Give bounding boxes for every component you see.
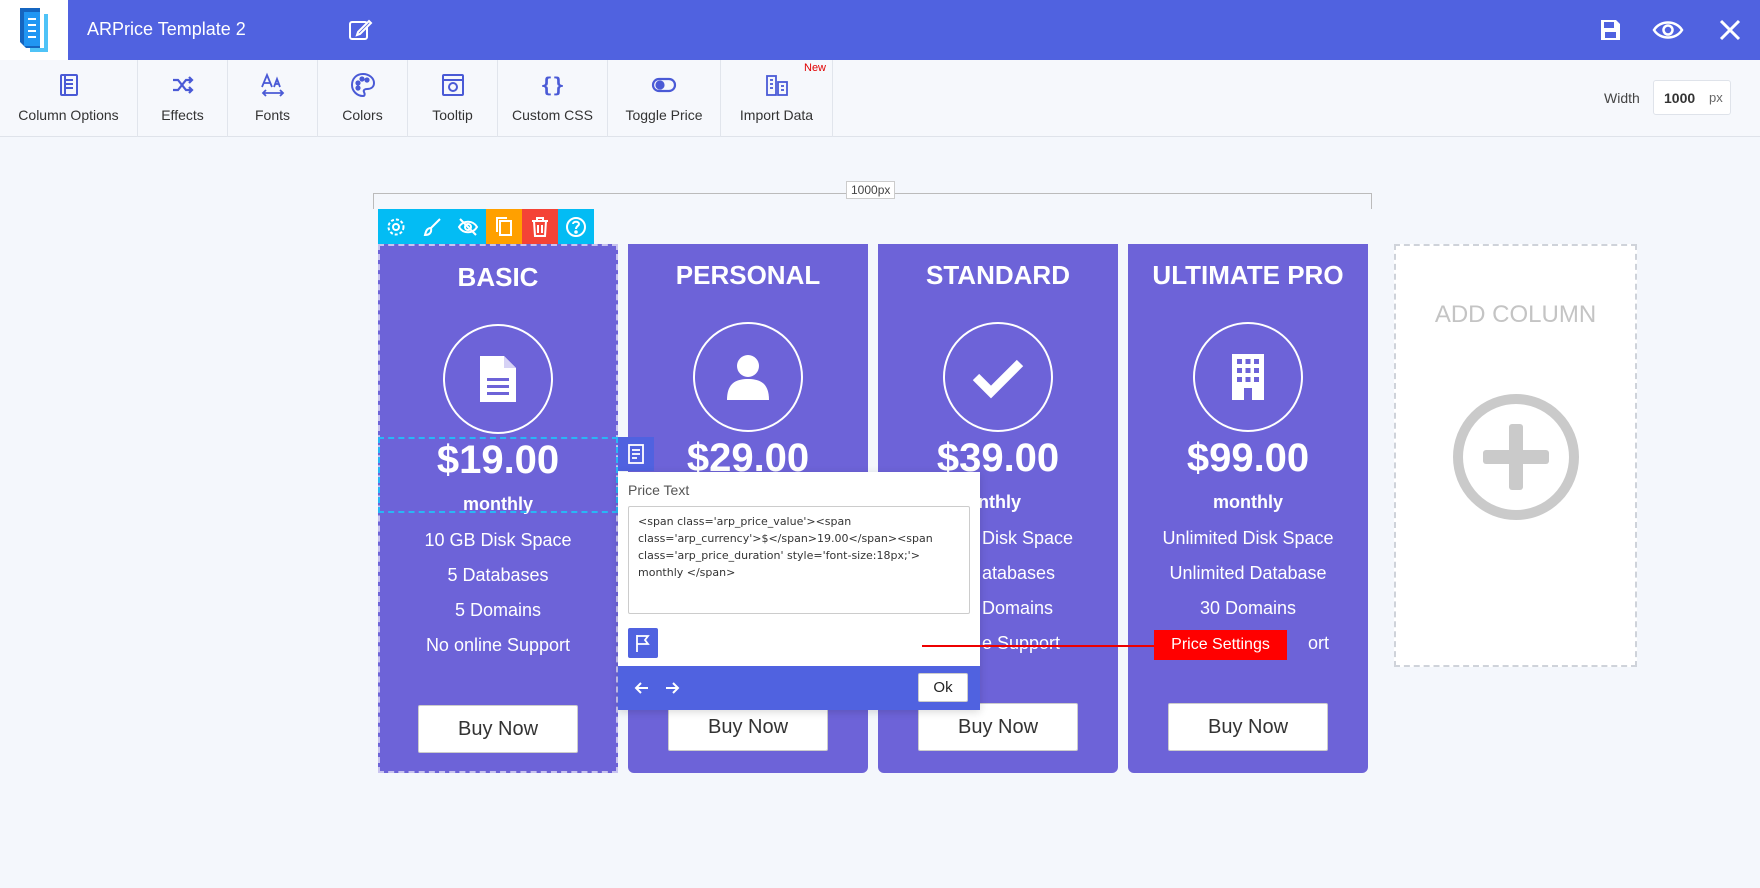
- top-bar: ARPrice Template 2: [0, 0, 1760, 60]
- toolbar-colors[interactable]: Colors: [318, 60, 408, 137]
- toolbar-import-data[interactable]: Import Data New: [721, 60, 833, 137]
- checkmark-icon: [972, 359, 1024, 399]
- price-selection-outline[interactable]: [378, 437, 618, 513]
- column-icon-circle: [1193, 322, 1303, 432]
- toolbar-custom-css[interactable]: {} Custom CSS: [498, 60, 608, 137]
- braces-icon: {}: [540, 73, 565, 97]
- price-settings-callout: Price Settings: [1154, 630, 1287, 660]
- flag-icon[interactable]: [628, 628, 658, 658]
- delete-trash-icon[interactable]: [522, 209, 558, 245]
- popup-title: Price Text: [628, 482, 690, 498]
- arrow-left-icon[interactable]: [632, 678, 652, 698]
- toolbar-label: Import Data: [739, 107, 814, 123]
- feature-row: ort: [1308, 633, 1330, 653]
- feature-row: Disk Space: [982, 528, 1074, 548]
- toggle-icon: [651, 72, 677, 98]
- building-icon: [1232, 354, 1264, 400]
- popup-footer: Ok: [618, 666, 980, 710]
- column-settings-icon[interactable]: [378, 209, 414, 245]
- pricing-column-ultimate-pro[interactable]: ULTIMATE PRO $99.00 monthly Unlimited Di…: [1128, 244, 1368, 773]
- width-label: Width: [1604, 90, 1640, 106]
- width-unit: px: [1709, 90, 1723, 105]
- width-input[interactable]: 1000 px: [1653, 80, 1731, 115]
- help-icon[interactable]: [558, 209, 594, 245]
- toolbar-label: Tooltip: [432, 107, 473, 123]
- close-icon[interactable]: [1714, 14, 1746, 46]
- tooltip-icon: [440, 72, 466, 98]
- duplicate-icon[interactable]: [486, 209, 522, 245]
- toolbar-label: Fonts: [254, 107, 290, 123]
- feature-row: atabases: [982, 563, 1056, 583]
- new-badge: New: [804, 62, 827, 74]
- editor-toolbar: Column Options Effects Fonts Colors Tool…: [0, 60, 1760, 137]
- feature-row: No online Support: [425, 635, 571, 655]
- width-value: 1000: [1664, 90, 1696, 106]
- feature-row: e Support: [982, 633, 1061, 653]
- feature-row: 10 GB Disk Space: [424, 530, 572, 550]
- save-icon[interactable]: [1594, 14, 1626, 46]
- user-icon: [727, 355, 769, 400]
- ruler-label: 1000px: [846, 181, 896, 199]
- plus-circle-icon: [1451, 392, 1581, 522]
- callout-pointer-line: [922, 645, 1154, 647]
- column-icon-circle: [693, 322, 803, 432]
- column-title: STANDARD: [926, 260, 1070, 290]
- column-title: BASIC: [457, 262, 539, 292]
- arrow-right-icon[interactable]: [662, 678, 682, 698]
- toolbar-label: Custom CSS: [512, 107, 593, 123]
- column-icon-circle: [443, 324, 553, 434]
- toolbar-label: Toggle Price: [625, 107, 703, 123]
- add-column-label: ADD COLUMN: [1434, 301, 1597, 328]
- hide-eye-icon[interactable]: [450, 209, 486, 245]
- column-duration: monthly: [1213, 492, 1283, 512]
- price-edit-icon[interactable]: [618, 437, 654, 471]
- feature-row: Unlimited Database: [1169, 563, 1327, 583]
- feature-row: 5 Databases: [447, 565, 549, 585]
- column-action-bar: [378, 209, 594, 245]
- buy-now-button[interactable]: Buy Now: [918, 703, 1078, 751]
- column-options-icon: [56, 72, 82, 98]
- buy-now-button[interactable]: Buy Now: [668, 703, 828, 751]
- column-icon-circle: [943, 322, 1053, 432]
- toolbar-toggle-price[interactable]: Toggle Price: [608, 60, 721, 137]
- toolbar-effects[interactable]: Effects: [138, 60, 228, 137]
- template-title: ARPrice Template 2: [87, 19, 246, 39]
- palette-icon: [350, 72, 376, 98]
- feature-row: 5 Domains: [454, 600, 542, 620]
- import-data-icon: [764, 72, 790, 98]
- edit-title-icon[interactable]: [346, 16, 374, 44]
- feature-row: Unlimited Disk Space: [1162, 528, 1334, 548]
- preview-eye-icon[interactable]: [1652, 14, 1684, 46]
- document-icon: [480, 356, 516, 402]
- buy-now-button[interactable]: Buy Now: [1168, 703, 1328, 751]
- toolbar-label: Effects: [161, 107, 204, 123]
- add-column-button[interactable]: ADD COLUMN: [1394, 244, 1637, 667]
- toolbar-label: Column Options: [18, 107, 119, 123]
- shuffle-icon: [170, 72, 196, 98]
- ok-button[interactable]: Ok: [918, 673, 968, 702]
- price-text-editor[interactable]: <span class='arp_price_value'><span clas…: [628, 506, 970, 614]
- column-title: ULTIMATE PRO: [1152, 260, 1344, 290]
- paint-brush-icon[interactable]: [414, 209, 450, 245]
- toolbar-label: Colors: [342, 107, 383, 123]
- app-logo: [0, 0, 68, 60]
- price-text-popup: Price Text <span class='arp_price_value'…: [618, 472, 980, 710]
- column-price: $99.00: [1186, 436, 1310, 480]
- feature-row: 30 Domains: [1199, 598, 1297, 618]
- column-title: PERSONAL: [675, 260, 821, 290]
- font-size-icon: [260, 72, 286, 98]
- feature-row: Domains: [982, 598, 1054, 618]
- column-duration: nthly: [978, 492, 1021, 512]
- toolbar-column-options[interactable]: Column Options: [0, 60, 138, 137]
- buy-now-button[interactable]: Buy Now: [418, 705, 578, 753]
- toolbar-tooltip[interactable]: Tooltip: [408, 60, 498, 137]
- toolbar-fonts[interactable]: Fonts: [228, 60, 318, 137]
